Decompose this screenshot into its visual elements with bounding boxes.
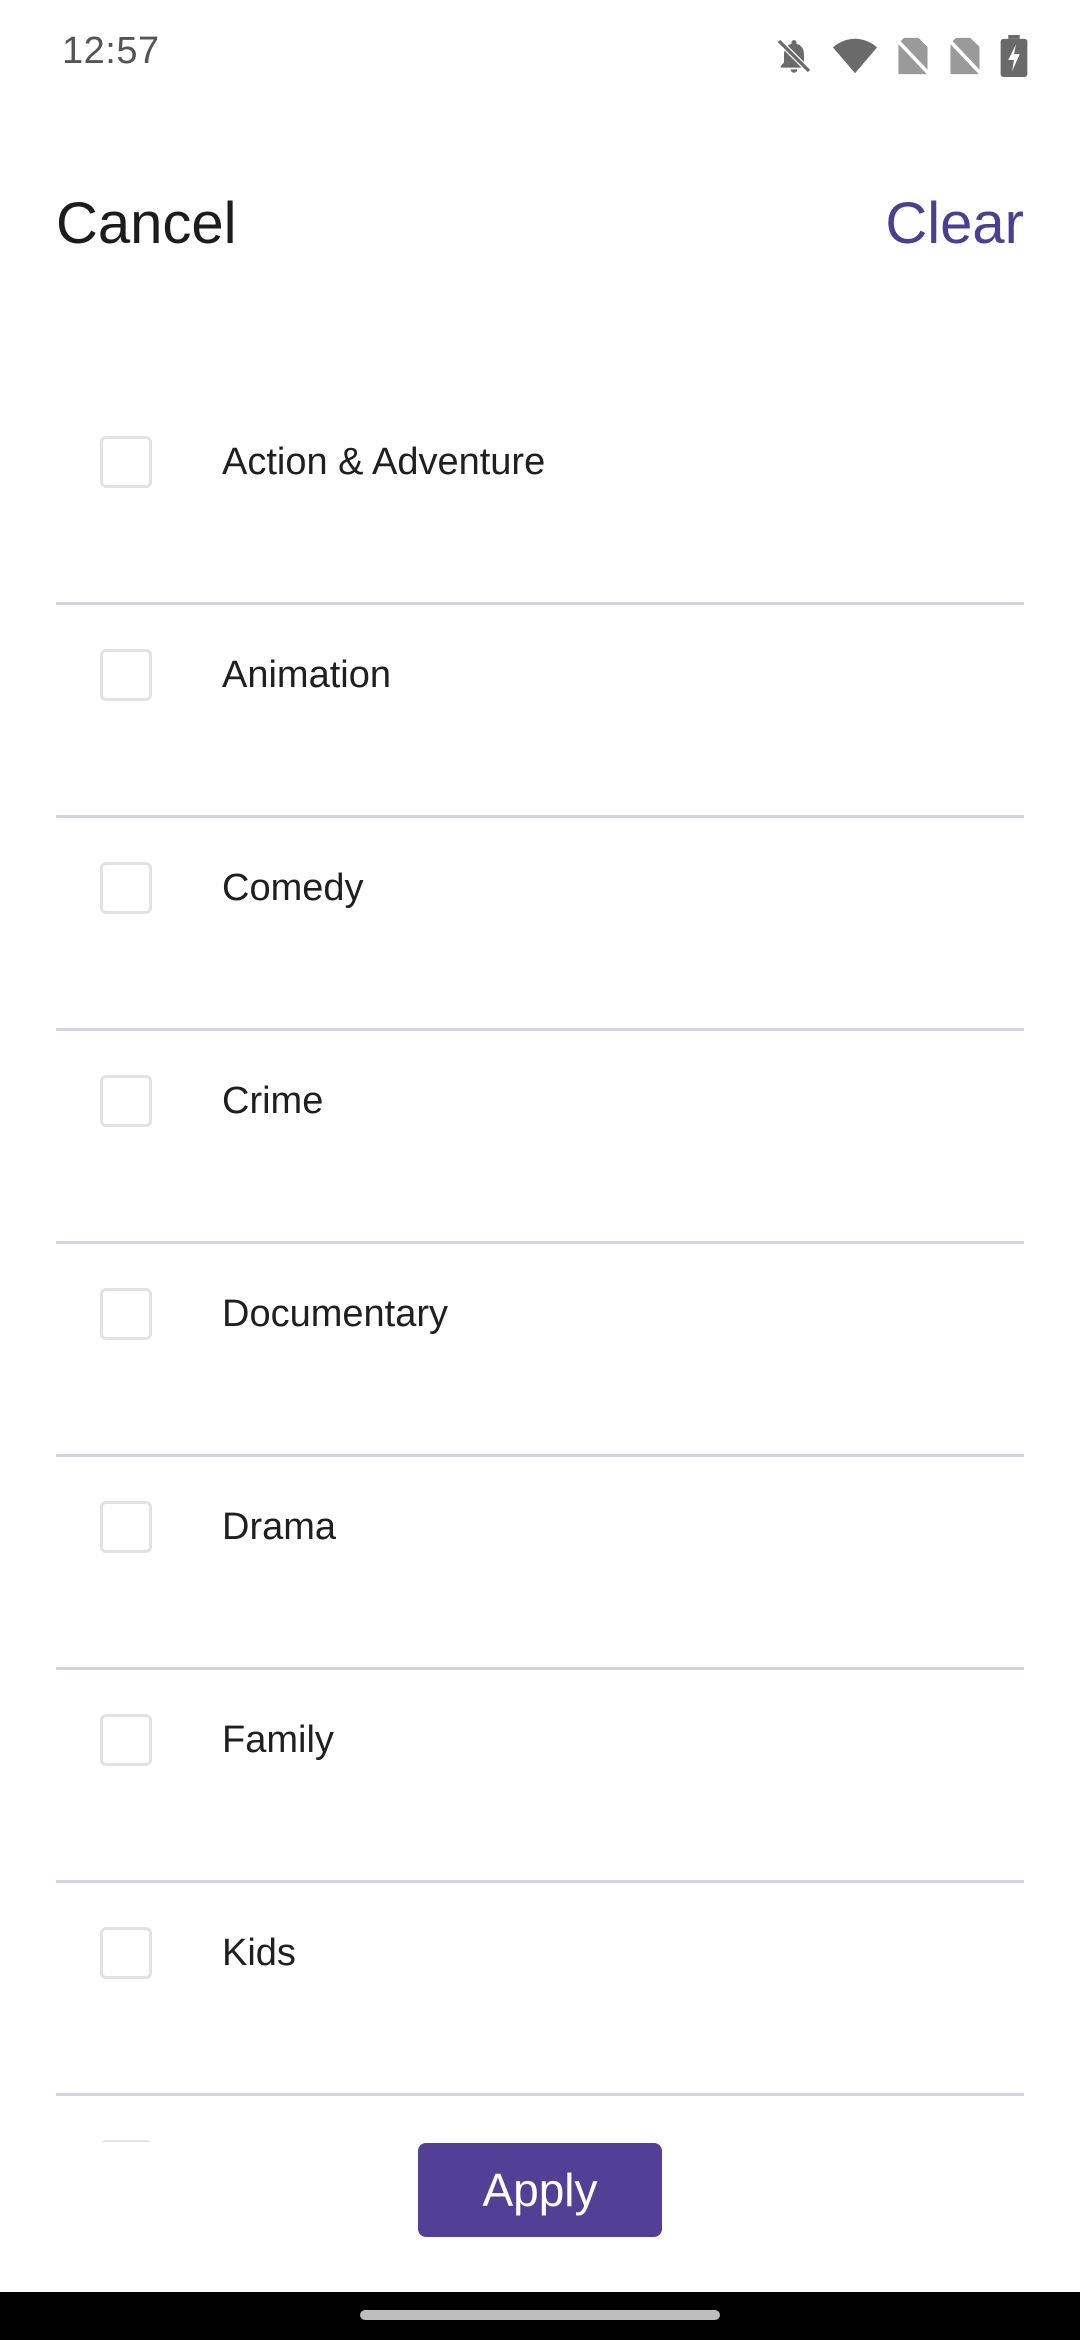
header: Cancel Clear bbox=[0, 180, 1080, 270]
genre-row-kids[interactable]: Kids bbox=[56, 1883, 1024, 2096]
notifications-off-icon bbox=[774, 36, 814, 76]
checkbox[interactable] bbox=[100, 1075, 152, 1127]
filter-screen: 12:57 Cancel Clear Action & Adventure An… bbox=[0, 0, 1080, 2340]
genre-row-partial[interactable] bbox=[56, 2096, 1024, 2142]
checkbox[interactable] bbox=[100, 1927, 152, 1979]
checkbox[interactable] bbox=[100, 2140, 152, 2142]
genre-label: Drama bbox=[222, 1506, 337, 1548]
genre-row-crime[interactable]: Crime bbox=[56, 1031, 1024, 1244]
genre-row-family[interactable]: Family bbox=[56, 1670, 1024, 1883]
battery-charging-icon bbox=[1000, 35, 1028, 77]
genre-row-action-adventure[interactable]: Action & Adventure bbox=[56, 392, 1024, 605]
cancel-button[interactable]: Cancel bbox=[56, 190, 237, 257]
genre-label: Kids bbox=[222, 1932, 296, 1974]
genre-label: Crime bbox=[222, 1080, 324, 1122]
genre-label: Family bbox=[222, 1719, 334, 1761]
genre-row-animation[interactable]: Animation bbox=[56, 605, 1024, 818]
no-sim-icon bbox=[948, 36, 982, 76]
status-bar: 12:57 bbox=[0, 0, 1080, 110]
checkbox[interactable] bbox=[100, 1714, 152, 1766]
genre-list[interactable]: Action & Adventure Animation Comedy Crim… bbox=[56, 392, 1024, 2142]
home-handle[interactable] bbox=[360, 2310, 720, 2320]
checkbox[interactable] bbox=[100, 436, 152, 488]
genre-row-comedy[interactable]: Comedy bbox=[56, 818, 1024, 1031]
checkbox[interactable] bbox=[100, 649, 152, 701]
wifi-icon bbox=[832, 36, 878, 76]
checkbox[interactable] bbox=[100, 862, 152, 914]
genre-label: Action & Adventure bbox=[222, 441, 546, 483]
navigation-bar bbox=[0, 2292, 1080, 2340]
checkbox[interactable] bbox=[100, 1288, 152, 1340]
status-time: 12:57 bbox=[62, 30, 160, 72]
clear-button[interactable]: Clear bbox=[885, 190, 1024, 257]
no-sim-icon bbox=[896, 36, 930, 76]
genre-label: Comedy bbox=[222, 867, 364, 909]
genre-label: Documentary bbox=[222, 1293, 448, 1335]
status-icons bbox=[774, 34, 1028, 78]
checkbox[interactable] bbox=[100, 1501, 152, 1553]
genre-row-documentary[interactable]: Documentary bbox=[56, 1244, 1024, 1457]
apply-button[interactable]: Apply bbox=[418, 2143, 662, 2237]
genre-row-drama[interactable]: Drama bbox=[56, 1457, 1024, 1670]
genre-label: Animation bbox=[222, 654, 391, 696]
